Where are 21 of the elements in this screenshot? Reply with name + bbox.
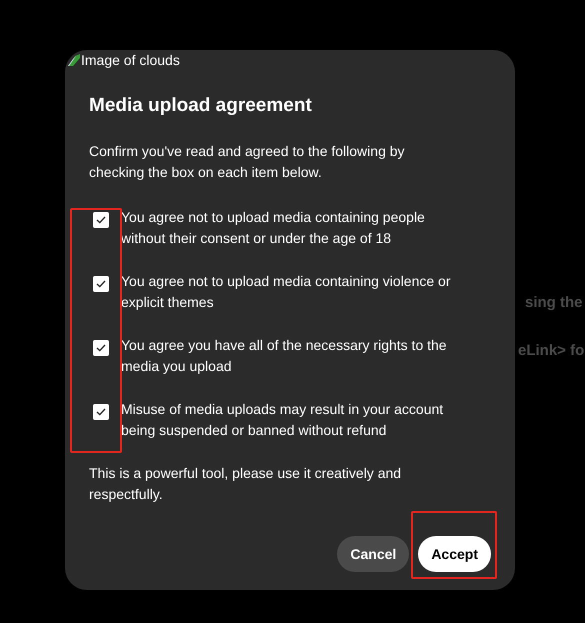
intro-text: Confirm you've read and agreed to the following by checking the box on each item below. <box>89 142 406 182</box>
image-alt-text: Image of clouds <box>81 52 180 68</box>
note-text: This is a powerful tool, please use it creatively and respectfully. <box>89 464 402 504</box>
checkbox[interactable] <box>93 276 109 292</box>
checkmark-icon <box>96 216 106 224</box>
checkbox[interactable] <box>93 404 109 420</box>
agreement-text: You agree not to upload media containing people without their consent or under the age of 18 <box>121 208 426 248</box>
agreement-text: Misuse of media uploads may result in your account being suspended or banned without refund <box>121 400 444 440</box>
background-text: sing the <box>525 293 583 313</box>
checkmark-icon <box>96 344 106 352</box>
agreement-text: You agree you have all of the necessary rights to the media you upload <box>121 336 448 376</box>
checkmark-icon <box>96 280 106 288</box>
checkbox[interactable] <box>93 340 109 356</box>
agreement-text: You agree not to upload media containing violence or explicit themes <box>121 272 452 312</box>
checkmark-icon <box>96 408 106 416</box>
accept-button[interactable]: Accept <box>418 536 491 572</box>
dialog-title: Media upload agreement <box>89 94 313 118</box>
cancel-button[interactable]: Cancel <box>337 536 410 572</box>
broken-image-icon <box>67 53 81 67</box>
checkbox[interactable] <box>93 212 109 228</box>
background-text: eLink> fo <box>518 341 584 361</box>
